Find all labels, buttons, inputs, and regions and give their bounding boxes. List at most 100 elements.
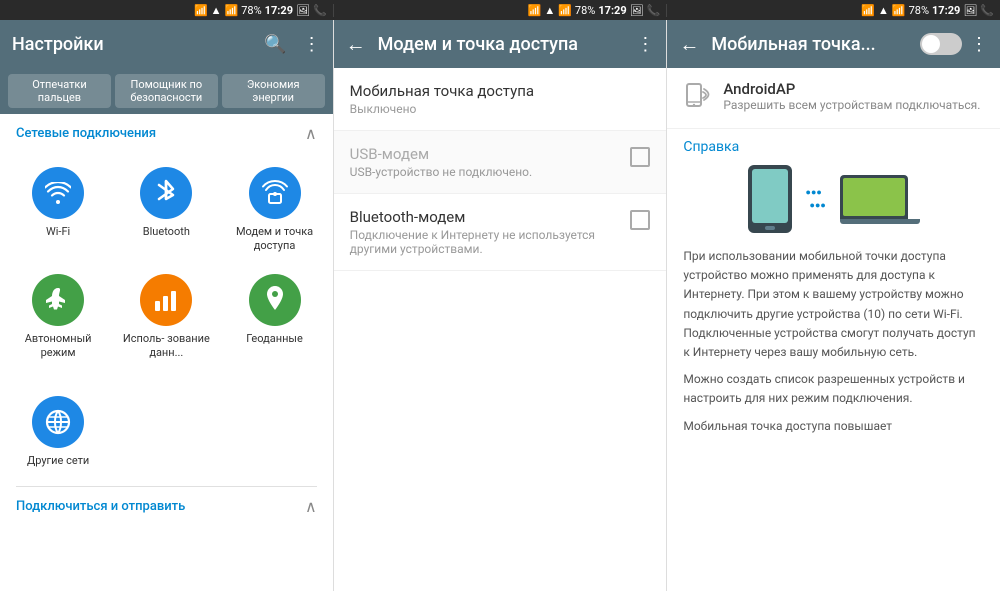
bluetooth-modem-checkbox[interactable] <box>630 210 650 230</box>
bluetooth-label: Bluetooth <box>143 225 190 239</box>
usb-modem-title: USB-модем <box>350 145 631 163</box>
help-title: Справка <box>683 139 984 155</box>
fingerprint-shortcut[interactable]: Отпечатки пальцев <box>8 74 111 108</box>
airplane-item[interactable]: Автономный режим <box>4 264 112 371</box>
other-networks-icon <box>32 396 84 448</box>
airplane-label: Автономный режим <box>8 332 108 361</box>
status-panel-2: 📶 ▲ 📶 78% 17:29 🖼 📞 <box>334 4 668 17</box>
modem-back-button[interactable]: ← <box>346 32 366 57</box>
shortcut-bar: Отпечатки пальцев Помощник по безопаснос… <box>0 68 333 114</box>
battery-percent-2: 78% <box>575 4 595 17</box>
geo-label: Геоданные <box>246 332 303 346</box>
time-1: 17:29 <box>265 4 293 17</box>
bluetooth-icon <box>140 167 192 219</box>
battery-percent-1: 78% <box>241 4 261 17</box>
photo-icon-2: 🖼 <box>630 4 644 17</box>
wifi-status-icon-2: ▲ <box>544 4 555 17</box>
usb-modem-subtitle: USB-устройство не подключено. <box>350 165 631 179</box>
time-2: 17:29 <box>598 4 626 17</box>
wifi-status-icon-3: ▲ <box>878 4 889 17</box>
settings-top-bar: Настройки 🔍 ⋮ <box>0 20 333 68</box>
connect-chevron-icon: ∧ <box>305 497 317 516</box>
signal-icon-2: 📶 <box>558 4 572 17</box>
network-icon-grid: Wi-Fi Bluetooth <box>0 149 333 378</box>
help-paragraph-3: Мобильная точка доступа повышает <box>683 417 984 436</box>
sim-icon: 📶 <box>194 4 208 17</box>
status-panel-3: 📶 ▲ 📶 78% 17:29 🖼 📞 <box>667 4 1000 17</box>
connect-section[interactable]: Подключиться и отправить ∧ <box>0 487 333 522</box>
androidap-text-block: AndroidAP Разрешить всем устройствам под… <box>723 80 980 112</box>
geo-icon <box>249 274 301 326</box>
battery-percent-3: 78% <box>909 4 929 17</box>
help-section: Справка ●●● ●●● <box>667 129 1000 454</box>
mobile-hotspot-title: Мобильная точка доступа <box>350 82 651 100</box>
network-section-header[interactable]: Сетевые подключения ∧ <box>0 114 333 149</box>
help-paragraph-1: При использовании мобильной точки доступ… <box>683 247 984 362</box>
hotspot-illustration: ●●● ●●● <box>683 165 984 233</box>
androidap-name: AndroidAP <box>723 80 980 98</box>
photo-icon: 🖼 <box>296 4 310 17</box>
panel-settings: Настройки 🔍 ⋮ Отпечатки пальцев Помощник… <box>0 20 334 591</box>
panel-hotspot-detail: ← Мобильная точка... ⋮ <box>667 20 1000 591</box>
signal-icon-3: 📶 <box>892 4 906 17</box>
signal-icon: 📶 <box>225 4 239 17</box>
status-bar: 📶 ▲ 📶 78% 17:29 🖼 📞 📶 ▲ 📶 78% 17:29 🖼 📞 … <box>0 0 1000 20</box>
modem-title: Модем и точка доступа <box>378 34 637 55</box>
androidap-device-icon <box>683 82 711 116</box>
panel-modem: ← Модем и точка доступа ⋮ Мобильная точк… <box>334 20 668 591</box>
more-icon[interactable]: ⋮ <box>303 34 321 55</box>
phone-illustration <box>748 165 792 233</box>
usb-modem-item[interactable]: USB-модем USB-устройство не подключено. <box>334 131 667 194</box>
modem-top-icons: ⋮ <box>636 34 654 55</box>
wifi-status-icon: ▲ <box>211 4 222 17</box>
data-usage-item[interactable]: Исполь- зование данн... <box>112 264 220 371</box>
laptop-illustration <box>840 175 920 224</box>
hotspot-icon <box>249 167 301 219</box>
hotspot-more-icon[interactable]: ⋮ <box>970 34 988 55</box>
status-panel-1: 📶 ▲ 📶 78% 17:29 🖼 📞 <box>0 4 334 17</box>
bluetooth-item[interactable]: Bluetooth <box>112 157 220 264</box>
hotspot-top-bar: ← Мобильная точка... ⋮ <box>667 20 1000 68</box>
signal-waves: ●●● ●●● <box>806 187 826 211</box>
photo-icon-3: 🖼 <box>963 4 977 17</box>
settings-title: Настройки <box>12 34 264 55</box>
bluetooth-modem-title: Bluetooth-модем <box>350 208 631 226</box>
connect-section-title: Подключиться и отправить <box>16 499 185 514</box>
battery-shortcut[interactable]: Экономия энергии <box>222 74 325 108</box>
modem-top-bar: ← Модем и точка доступа ⋮ <box>334 20 667 68</box>
other-networks-item[interactable]: Другие сети <box>4 386 112 478</box>
phone-icon: 📞 <box>313 4 327 17</box>
data-usage-icon <box>140 274 192 326</box>
usb-modem-checkbox[interactable] <box>630 147 650 167</box>
modem-more-icon[interactable]: ⋮ <box>636 34 654 55</box>
network-section-title: Сетевые подключения <box>16 126 156 141</box>
phone-icon-3: 📞 <box>980 4 994 17</box>
chevron-up-icon: ∧ <box>305 124 317 143</box>
sim-icon-2: 📶 <box>528 4 542 17</box>
hotspot-label: Модем и точка доступа <box>224 225 324 254</box>
airplane-icon <box>32 274 84 326</box>
mobile-hotspot-item[interactable]: Мобильная точка доступа Выключено <box>334 68 667 131</box>
mobile-hotspot-subtitle: Выключено <box>350 102 651 116</box>
hotspot-toggle[interactable] <box>920 33 962 55</box>
security-shortcut[interactable]: Помощник по безопасности <box>115 74 218 108</box>
wifi-item[interactable]: Wi-Fi <box>4 157 112 264</box>
geo-item[interactable]: Геоданные <box>220 264 328 371</box>
hotspot-detail-title: Мобильная точка... <box>711 34 920 55</box>
hotspot-top-right: ⋮ <box>920 33 988 55</box>
phone-icon-2: 📞 <box>647 4 661 17</box>
androidap-subtitle: Разрешить всем устройствам подключаться. <box>723 98 980 112</box>
bluetooth-modem-subtitle: Подключение к Интернету не используется … <box>350 228 631 256</box>
androidap-row[interactable]: AndroidAP Разрешить всем устройствам под… <box>667 68 1000 129</box>
wifi-icon <box>32 167 84 219</box>
search-icon[interactable]: 🔍 <box>264 34 286 55</box>
wifi-label: Wi-Fi <box>46 225 70 239</box>
bluetooth-modem-item[interactable]: Bluetooth-модем Подключение к Интернету … <box>334 194 667 271</box>
hotspot-item[interactable]: Модем и точка доступа <box>220 157 328 264</box>
time-3: 17:29 <box>932 4 960 17</box>
data-usage-label: Исполь- зование данн... <box>116 332 216 361</box>
help-paragraph-2: Можно создать список разрешенных устройс… <box>683 370 984 408</box>
sim-icon-3: 📶 <box>861 4 875 17</box>
other-networks-label: Другие сети <box>27 454 89 468</box>
hotspot-back-button[interactable]: ← <box>679 32 699 57</box>
